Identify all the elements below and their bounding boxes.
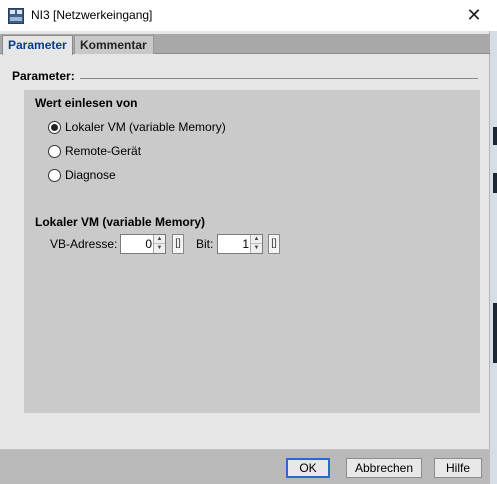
ok-button[interactable]: OK: [286, 458, 330, 478]
radio-option-remote[interactable]: Remote-Gerät: [48, 143, 141, 159]
logo-app-icon: [8, 8, 24, 24]
title-bar: NI3 [Netzwerkeingang] ✕: [0, 0, 497, 31]
close-button[interactable]: ✕: [451, 0, 497, 31]
dialog-body: Parameter Kommentar Parameter: Wert einl…: [0, 31, 490, 484]
bit-value[interactable]: 1: [242, 237, 249, 251]
section-divider: [80, 78, 478, 79]
radio-button[interactable]: [48, 168, 61, 182]
button-bar: OK Abbrechen Hilfe: [0, 450, 490, 484]
vb-address-bracket-button[interactable]: []: [172, 234, 184, 254]
help-button[interactable]: Hilfe: [434, 458, 482, 478]
radio-label: Lokaler VM (variable Memory): [65, 120, 226, 134]
chevron-up-icon[interactable]: ▲: [154, 235, 165, 244]
radio-button-checked[interactable]: [48, 120, 61, 134]
cancel-button[interactable]: Abbrechen: [346, 458, 422, 478]
edge-mark: [493, 127, 497, 145]
chevron-up-icon[interactable]: ▲: [251, 235, 262, 244]
chevron-down-icon[interactable]: ▼: [154, 244, 165, 253]
vb-address-value[interactable]: 0: [145, 237, 152, 251]
radio-option-diagnose[interactable]: Diagnose: [48, 167, 116, 183]
window-title: NI3 [Netzwerkeingang]: [31, 8, 153, 22]
chevron-down-icon[interactable]: ▼: [251, 244, 262, 253]
bit-bracket-button[interactable]: []: [268, 234, 280, 254]
radio-option-local-vm[interactable]: Lokaler VM (variable Memory): [48, 119, 226, 135]
tab-kommentar[interactable]: Kommentar: [74, 35, 154, 54]
radio-label: Diagnose: [65, 168, 116, 182]
edge-mark: [493, 173, 497, 193]
edge-mark: [493, 303, 497, 363]
read-source-group: Wert einlesen von Lokaler VM (variable M…: [24, 90, 480, 226]
stepper-arrows[interactable]: ▲ ▼: [153, 235, 165, 253]
tab-parameter[interactable]: Parameter: [2, 35, 73, 55]
stepper-arrows[interactable]: ▲ ▼: [250, 235, 262, 253]
vb-address-stepper[interactable]: 0 ▲ ▼: [120, 234, 166, 254]
bit-label: Bit:: [196, 237, 214, 251]
vb-address-label: VB-Adresse:: [50, 237, 118, 251]
radio-label: Remote-Gerät: [65, 144, 142, 158]
bit-stepper[interactable]: 1 ▲ ▼: [217, 234, 263, 254]
local-vm-group: Lokaler VM (variable Memory) VB-Adresse:…: [24, 210, 480, 413]
local-vm-title: Lokaler VM (variable Memory): [35, 215, 206, 229]
tab-bar: Parameter Kommentar: [0, 34, 490, 55]
section-title: Parameter:: [12, 69, 75, 83]
radio-button[interactable]: [48, 144, 61, 158]
background-window-edge: [490, 31, 497, 484]
read-source-title: Wert einlesen von: [35, 96, 138, 110]
